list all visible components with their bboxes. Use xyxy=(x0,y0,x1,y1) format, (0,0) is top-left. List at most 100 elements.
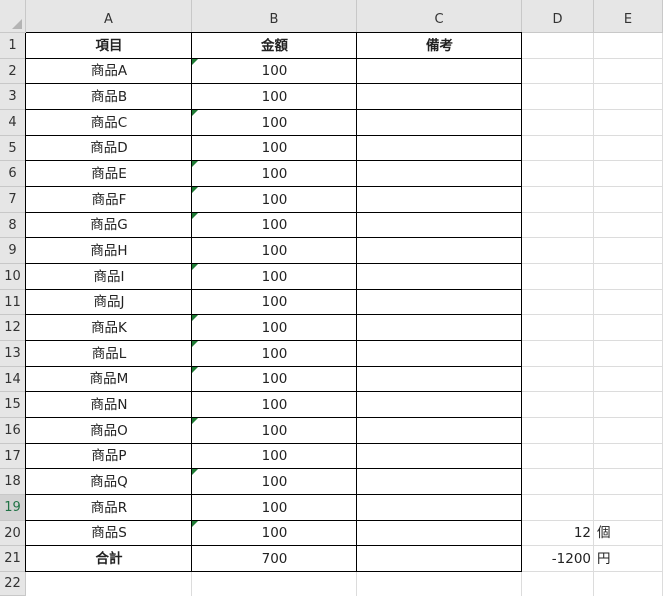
header-note[interactable]: 備考 xyxy=(357,33,522,59)
row-header-3[interactable]: 3 xyxy=(0,84,26,110)
item-amount-cell[interactable]: 100 xyxy=(192,521,357,546)
item-amount-cell[interactable]: 100 xyxy=(192,161,357,187)
item-name-cell[interactable]: 商品P xyxy=(26,444,192,469)
row-header-13[interactable]: 13 xyxy=(0,341,26,367)
item-name-cell[interactable]: 商品E xyxy=(26,161,192,187)
total-note-cell[interactable] xyxy=(357,546,522,572)
item-name-cell[interactable]: 商品A xyxy=(26,59,192,84)
item-note-cell[interactable] xyxy=(357,521,522,546)
row-header-2[interactable]: 2 xyxy=(0,59,26,84)
item-amount-cell[interactable]: 100 xyxy=(192,418,357,444)
item-amount-cell[interactable]: 100 xyxy=(192,495,357,521)
item-name-cell[interactable]: 商品N xyxy=(26,392,192,418)
item-note-cell[interactable] xyxy=(357,367,522,392)
table-border-vertical xyxy=(356,33,357,572)
item-name-cell[interactable]: 商品Q xyxy=(26,469,192,495)
item-name-cell[interactable]: 商品S xyxy=(26,521,192,546)
total-amount[interactable]: 700 xyxy=(192,546,357,572)
row-header-4[interactable]: 4 xyxy=(0,110,26,136)
item-note-cell[interactable] xyxy=(357,392,522,418)
row-header-18[interactable]: 18 xyxy=(0,469,26,495)
column-header-d[interactable]: D xyxy=(522,0,594,33)
item-amount-cell[interactable]: 100 xyxy=(192,367,357,392)
row-header-5[interactable]: 5 xyxy=(0,136,26,161)
item-note-cell[interactable] xyxy=(357,341,522,367)
column-header-b[interactable]: B xyxy=(192,0,357,33)
yen-unit-cell[interactable]: 円 xyxy=(594,546,663,572)
row-header-15[interactable]: 15 xyxy=(0,392,26,418)
item-amount-cell[interactable]: 100 xyxy=(192,59,357,84)
item-note-cell[interactable] xyxy=(357,418,522,444)
row-header-6[interactable]: 6 xyxy=(0,161,26,187)
item-name-cell[interactable]: 商品H xyxy=(26,238,192,264)
number-stored-as-text-icon xyxy=(192,341,198,347)
row-header-7[interactable]: 7 xyxy=(0,187,26,213)
item-amount-cell[interactable]: 100 xyxy=(192,341,357,367)
item-amount-cell[interactable]: 100 xyxy=(192,264,357,290)
item-amount-cell[interactable]: 100 xyxy=(192,469,357,495)
item-name-cell[interactable]: 商品K xyxy=(26,315,192,341)
item-note-cell[interactable] xyxy=(357,161,522,187)
item-note-cell[interactable] xyxy=(357,469,522,495)
column-header-e[interactable]: E xyxy=(594,0,663,33)
item-name-cell[interactable]: 商品J xyxy=(26,290,192,315)
item-note-cell[interactable] xyxy=(357,290,522,315)
item-name-cell[interactable]: 商品F xyxy=(26,187,192,213)
column-header-c[interactable]: C xyxy=(357,0,522,33)
column-header-a[interactable]: A xyxy=(26,0,192,33)
item-name-cell[interactable]: 商品I xyxy=(26,264,192,290)
row-header-22[interactable]: 22 xyxy=(0,572,26,596)
count-value-cell[interactable]: 12 xyxy=(522,521,594,546)
row-header-11[interactable]: 11 xyxy=(0,290,26,315)
item-name-cell[interactable]: 商品M xyxy=(26,367,192,392)
item-note-cell[interactable] xyxy=(357,187,522,213)
row-header-19[interactable]: 19 xyxy=(0,495,26,521)
item-amount-cell[interactable]: 100 xyxy=(192,238,357,264)
item-name-cell[interactable]: 商品L xyxy=(26,341,192,367)
item-note-cell[interactable] xyxy=(357,238,522,264)
item-amount-cell[interactable]: 100 xyxy=(192,84,357,110)
item-note-cell[interactable] xyxy=(357,84,522,110)
item-name-cell[interactable]: 商品O xyxy=(26,418,192,444)
item-name-cell[interactable]: 商品C xyxy=(26,110,192,136)
number-stored-as-text-icon xyxy=(192,469,198,475)
item-name-cell[interactable]: 商品D xyxy=(26,136,192,161)
row-header-17[interactable]: 17 xyxy=(0,444,26,469)
header-item[interactable]: 項目 xyxy=(26,33,192,59)
row-header-21[interactable]: 21 xyxy=(0,546,26,572)
item-note-cell[interactable] xyxy=(357,315,522,341)
row-header-10[interactable]: 10 xyxy=(0,264,26,290)
yen-value-cell[interactable]: -1200 xyxy=(522,546,594,572)
count-unit-cell[interactable]: 個 xyxy=(594,521,663,546)
row-header-20[interactable]: 20 xyxy=(0,521,26,546)
item-amount-cell[interactable]: 100 xyxy=(192,110,357,136)
item-note-cell[interactable] xyxy=(357,110,522,136)
item-note-cell[interactable] xyxy=(357,59,522,84)
table-border-horizontal xyxy=(26,83,522,84)
row-header-9[interactable]: 9 xyxy=(0,238,26,264)
item-amount-cell[interactable]: 100 xyxy=(192,444,357,469)
item-name-cell[interactable]: 商品R xyxy=(26,495,192,521)
row-header-12[interactable]: 12 xyxy=(0,315,26,341)
item-note-cell[interactable] xyxy=(357,264,522,290)
row-header-8[interactable]: 8 xyxy=(0,213,26,238)
item-note-cell[interactable] xyxy=(357,495,522,521)
item-amount-cell[interactable]: 100 xyxy=(192,315,357,341)
item-amount-cell[interactable]: 100 xyxy=(192,290,357,315)
row-header-14[interactable]: 14 xyxy=(0,367,26,392)
row-header-1[interactable]: 1 xyxy=(0,33,26,59)
item-note-cell[interactable] xyxy=(357,136,522,161)
table-border-horizontal xyxy=(26,520,522,521)
item-note-cell[interactable] xyxy=(357,213,522,238)
item-amount-cell[interactable]: 100 xyxy=(192,213,357,238)
item-amount-cell[interactable]: 100 xyxy=(192,392,357,418)
total-label[interactable]: 合計 xyxy=(26,546,192,572)
select-all-corner[interactable] xyxy=(0,0,26,33)
header-amount[interactable]: 金額 xyxy=(192,33,357,59)
item-name-cell[interactable]: 商品G xyxy=(26,213,192,238)
item-note-cell[interactable] xyxy=(357,444,522,469)
item-amount-cell[interactable]: 100 xyxy=(192,136,357,161)
item-name-cell[interactable]: 商品B xyxy=(26,84,192,110)
row-header-16[interactable]: 16 xyxy=(0,418,26,444)
item-amount-cell[interactable]: 100 xyxy=(192,187,357,213)
